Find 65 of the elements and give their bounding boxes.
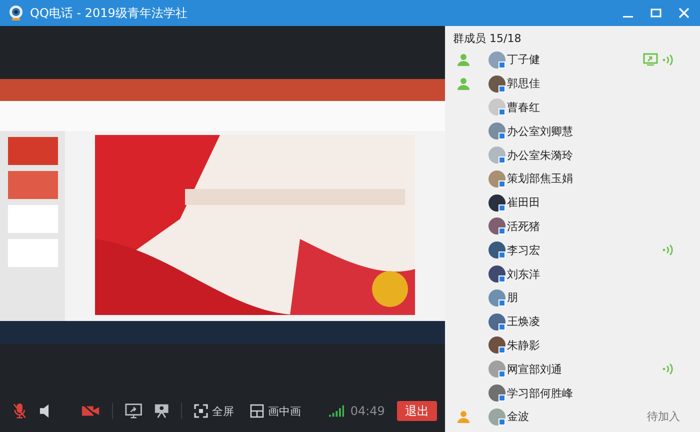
member-name: 网宣部刘通 — [507, 362, 562, 377]
camera-icon[interactable] — [80, 403, 100, 419]
member-name: 郭思佳 — [507, 76, 540, 92]
screen-share-icon[interactable] — [124, 403, 142, 419]
avatar-icon — [488, 241, 506, 260]
member-item[interactable]: 刘东洋 — [445, 262, 700, 286]
avatar-icon — [488, 408, 506, 426]
member-item[interactable]: 办公室刘卿慧 — [445, 119, 700, 144]
member-item[interactable]: 办公室朱漪玲 — [445, 143, 700, 167]
avatar-icon — [488, 146, 506, 164]
member-name: 李习宏 — [507, 242, 540, 258]
avatar-icon — [488, 384, 506, 402]
avatar-icon — [488, 122, 506, 140]
member-item[interactable]: 郭思佳 — [445, 72, 700, 96]
avatar-icon — [488, 98, 506, 116]
fullscreen-icon — [194, 404, 208, 418]
exit-button[interactable]: 退出 — [396, 401, 437, 421]
avatar-icon — [488, 312, 506, 331]
camera-logo-icon — [8, 5, 24, 21]
member-item[interactable]: 王焕凌 — [445, 310, 700, 334]
avatar-icon — [488, 170, 506, 188]
signal-icon — [329, 405, 344, 417]
member-name: 朱静影 — [507, 338, 540, 353]
close-icon[interactable] — [678, 7, 690, 19]
avatar-icon — [488, 288, 506, 307]
member-item[interactable]: 曹春红 — [445, 96, 700, 120]
member-name: 朋 — [507, 290, 518, 306]
maximize-icon[interactable] — [650, 7, 662, 19]
member-name: 办公室刘卿慧 — [507, 124, 573, 139]
window-title: QQ电话 - 2019级青年法学社 — [30, 4, 188, 22]
member-count: 群成员 15/18 — [452, 31, 522, 47]
member-item[interactable]: 策划部焦玉娟 — [445, 166, 700, 191]
member-name: 活死猪 — [507, 218, 540, 234]
avatar-icon — [488, 194, 506, 212]
picture-in-picture-button[interactable]: 画中画 — [250, 404, 302, 418]
member-name: 刘东洋 — [507, 266, 540, 282]
member-item[interactable]: 金波 待加入 — [445, 404, 700, 429]
member-item[interactable]: 学习部何胜峰 — [445, 381, 700, 405]
member-item[interactable]: 李习宏 — [445, 238, 700, 262]
member-item[interactable]: 丁子健 — [445, 48, 700, 72]
member-item[interactable]: 朱静影 — [445, 334, 700, 358]
avatar-icon — [488, 360, 506, 378]
presenter-icon[interactable] — [154, 403, 170, 419]
member-name: 学习部何胜峰 — [507, 386, 573, 401]
avatar-icon — [488, 265, 506, 284]
fullscreen-button[interactable]: 全屏 — [194, 404, 234, 418]
member-item[interactable]: 朋 — [445, 286, 700, 310]
avatar-icon — [488, 336, 506, 354]
avatar-icon — [488, 74, 506, 93]
member-item[interactable]: 网宣部刘通 — [445, 357, 700, 382]
picture-in-picture-icon — [250, 404, 264, 418]
member-name: 曹春红 — [507, 100, 540, 115]
call-duration: 04:49 — [350, 404, 385, 418]
member-item[interactable]: 活死猪 — [445, 214, 700, 238]
member-name: 办公室朱漪玲 — [507, 148, 573, 163]
member-status: 待加入 — [647, 409, 680, 424]
member-name: 金波 — [507, 409, 529, 424]
member-name: 王焕凌 — [507, 314, 540, 330]
member-name: 丁子健 — [507, 52, 540, 68]
mic-icon[interactable] — [12, 402, 28, 420]
avatar-icon — [488, 50, 506, 69]
member-name: 策划部焦玉娟 — [507, 171, 573, 186]
member-name: 崔田田 — [507, 195, 540, 210]
avatar-icon — [488, 217, 506, 236]
member-item[interactable]: 崔田田 — [445, 190, 700, 215]
